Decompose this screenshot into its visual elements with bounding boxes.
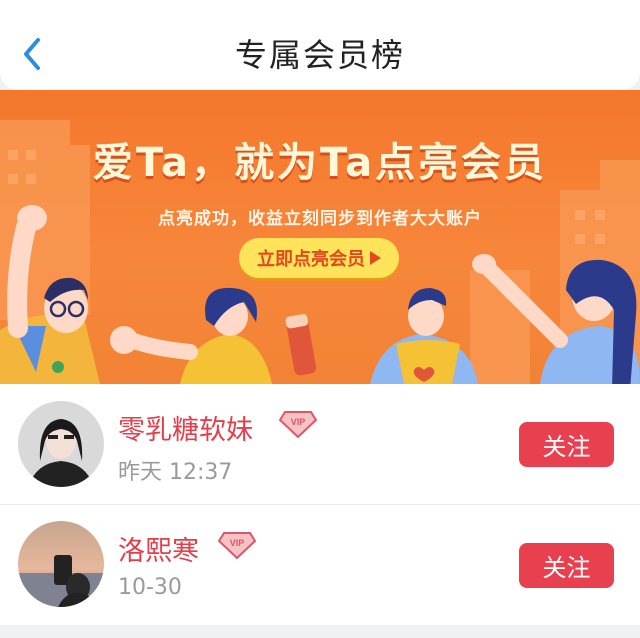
vip-diamond-icon: VIP	[279, 411, 317, 438]
banner-subtitle: 点亮成功，收益立刻同步到作者大大账户	[158, 209, 482, 229]
vip-badge-text: VIP	[230, 538, 245, 548]
member-time: 昨天 12:37	[118, 460, 233, 485]
promo-banner[interactable]: 爱Ta，就为Ta点亮会员 点亮成功，收益立刻同步到作者大大账户 立即点亮会员	[0, 90, 640, 384]
vip-diamond-icon: VIP	[218, 532, 256, 559]
page-title: 专属会员榜	[234, 36, 405, 74]
cta-label: 立即点亮会员	[257, 249, 365, 270]
member-time: 10-30	[118, 575, 182, 600]
play-arrow-icon	[370, 251, 381, 265]
avatar-image	[18, 401, 104, 487]
avatar-image	[18, 521, 104, 607]
avatar[interactable]	[18, 401, 104, 487]
list-item[interactable]: 洛熙寒 VIP 10-30 关注	[0, 505, 640, 625]
vip-badge-text: VIP	[291, 417, 306, 427]
follow-button[interactable]: 关注	[519, 543, 614, 588]
list-item[interactable]: 零乳糖软妹 VIP 昨天 12:37 关注	[0, 384, 640, 504]
member-name[interactable]: 洛熙寒	[118, 529, 199, 568]
follow-button[interactable]: 关注	[519, 422, 614, 467]
avatar[interactable]	[18, 521, 104, 607]
member-name[interactable]: 零乳糖软妹	[118, 408, 253, 447]
light-up-member-button[interactable]: 立即点亮会员	[239, 238, 399, 278]
banner-title: 爱Ta，就为Ta点亮会员	[92, 140, 548, 186]
top-bar: 专属会员榜	[0, 0, 640, 90]
